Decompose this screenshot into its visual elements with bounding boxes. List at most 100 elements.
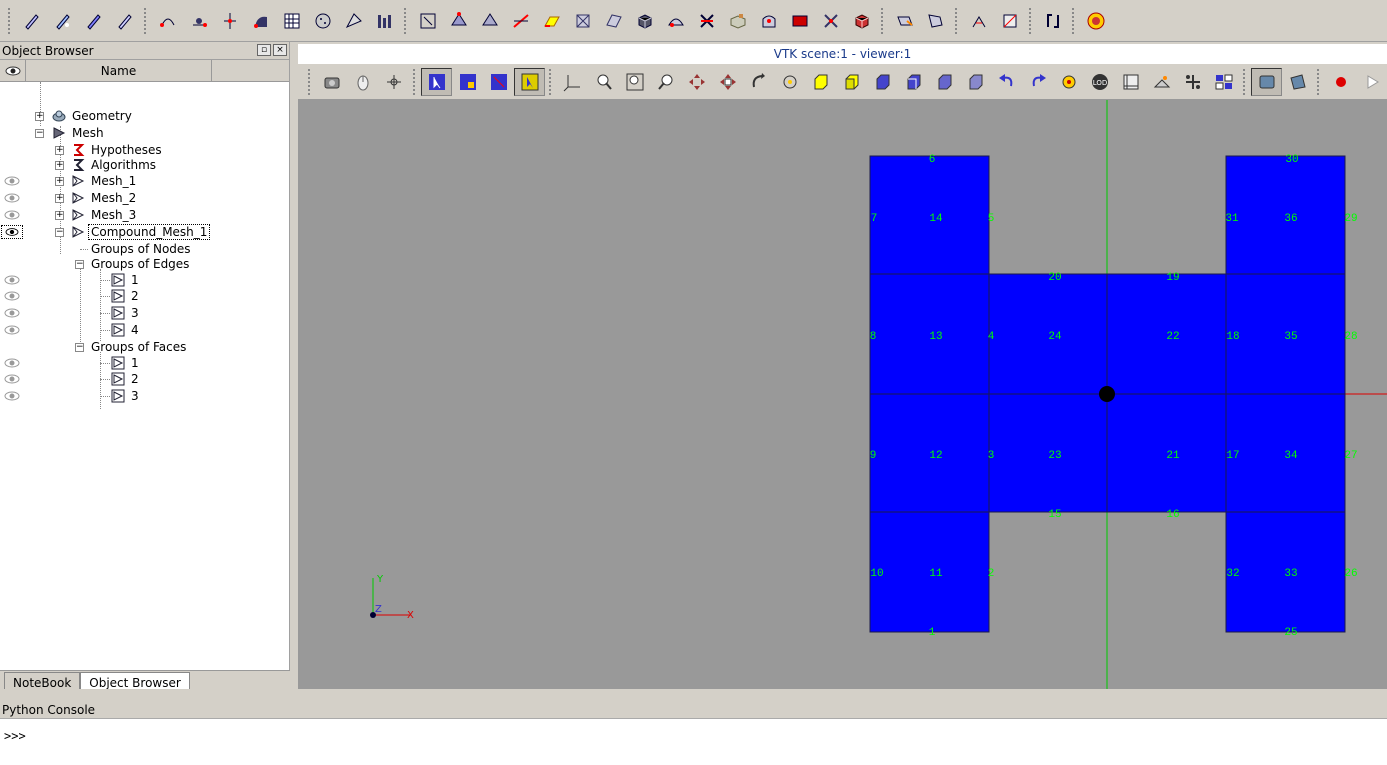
toolbar-grip[interactable] bbox=[404, 7, 408, 34]
visibility-eye-icon[interactable] bbox=[4, 358, 20, 368]
cut-icon[interactable] bbox=[691, 7, 722, 35]
tree-item-edge-group-1[interactable]: 1 bbox=[0, 272, 290, 289]
visibility-eye-icon[interactable] bbox=[4, 275, 20, 285]
undo-icon[interactable] bbox=[991, 68, 1022, 96]
name-column-header[interactable]: Name bbox=[26, 60, 212, 81]
redo-icon[interactable] bbox=[1022, 68, 1053, 96]
camera-icon[interactable] bbox=[316, 68, 347, 96]
tree-item-mesh[interactable]: − Mesh bbox=[0, 125, 290, 142]
expand-icon[interactable]: + bbox=[55, 177, 64, 186]
expand-icon[interactable]: + bbox=[55, 194, 64, 203]
pencil-icon[interactable] bbox=[78, 7, 109, 35]
3d-viewport[interactable]: 6 14 31 36 7 5 30 29 20 19 8 13 4 24 22 18 35 28 9 12 3 23 21 1… bbox=[298, 100, 1387, 689]
pan-icon[interactable] bbox=[681, 68, 712, 96]
zoom-icon[interactable] bbox=[650, 68, 681, 96]
float-icon[interactable]: ▫ bbox=[257, 44, 271, 56]
zoom-icon[interactable] bbox=[619, 68, 650, 96]
cube-view-icon[interactable] bbox=[836, 68, 867, 96]
mesh-view[interactable]: 614 31 367 5302920 198 13 4 24 22 18 35 289 12 3 23 21 1… bbox=[298, 100, 1387, 689]
visibility-eye-icon[interactable] bbox=[4, 325, 20, 335]
measure-icon[interactable] bbox=[963, 7, 994, 35]
toolbar-grip[interactable] bbox=[955, 7, 959, 34]
console-splitter[interactable] bbox=[0, 689, 1387, 701]
expand-icon[interactable]: + bbox=[55, 146, 64, 155]
spin-icon[interactable] bbox=[774, 68, 805, 96]
split-icon[interactable] bbox=[815, 7, 846, 35]
tree-item-compound-mesh-1[interactable]: − Compound_Mesh_1 bbox=[0, 224, 290, 241]
refresh-icon[interactable] bbox=[1080, 7, 1111, 35]
sphere-icon[interactable] bbox=[307, 7, 338, 35]
record-icon[interactable] bbox=[1325, 68, 1356, 96]
visibility-eye-icon[interactable] bbox=[1, 225, 23, 239]
select-icon[interactable] bbox=[452, 68, 483, 96]
visibility-column-header[interactable] bbox=[0, 60, 26, 81]
tree-item-mesh-1[interactable]: + Mesh_1 bbox=[0, 173, 290, 190]
cube-view-icon[interactable] bbox=[867, 68, 898, 96]
tree-item-mesh-2[interactable]: + Mesh_2 bbox=[0, 190, 290, 207]
toolbar-grip[interactable] bbox=[144, 7, 148, 34]
reset-icon[interactable] bbox=[1053, 68, 1084, 96]
collapse-icon[interactable]: − bbox=[75, 260, 84, 269]
view-mode-icon[interactable] bbox=[1208, 68, 1239, 96]
measure-icon[interactable] bbox=[994, 7, 1025, 35]
tree-item-algorithms[interactable]: + Algorithms bbox=[0, 157, 290, 174]
tree-item-groups-of-edges[interactable]: − Groups of Edges bbox=[0, 256, 290, 273]
visibility-eye-icon[interactable] bbox=[4, 210, 20, 220]
collapse-icon[interactable]: − bbox=[55, 228, 64, 237]
node-icon[interactable] bbox=[183, 7, 214, 35]
toolbar-grip[interactable] bbox=[1243, 68, 1247, 95]
python-console[interactable]: >>> bbox=[0, 719, 1387, 765]
visibility-eye-icon[interactable] bbox=[4, 391, 20, 401]
face-icon[interactable] bbox=[536, 7, 567, 35]
rotation-point-icon[interactable] bbox=[378, 68, 409, 96]
graduated-axes-icon[interactable] bbox=[1115, 68, 1146, 96]
bars-icon[interactable] bbox=[369, 7, 400, 35]
cube-view-icon[interactable] bbox=[929, 68, 960, 96]
edge-icon[interactable] bbox=[505, 7, 536, 35]
selection-icon[interactable] bbox=[920, 7, 951, 35]
tree-item-edge-group-2[interactable]: 2 bbox=[0, 288, 290, 305]
close-icon[interactable]: × bbox=[273, 44, 287, 56]
select-icon[interactable] bbox=[421, 67, 452, 96]
pencil-icon[interactable] bbox=[109, 7, 140, 35]
pencil-icon[interactable] bbox=[16, 7, 47, 35]
node-icon[interactable] bbox=[245, 7, 276, 35]
toolbar-grip[interactable] bbox=[1029, 7, 1033, 34]
grid-icon[interactable] bbox=[276, 7, 307, 35]
tree-item-edge-group-4[interactable]: 4 bbox=[0, 322, 290, 339]
extrude-icon[interactable] bbox=[660, 7, 691, 35]
expand-icon[interactable]: + bbox=[35, 112, 44, 121]
scaling-icon[interactable] bbox=[1146, 68, 1177, 96]
mesh-ops-icon[interactable] bbox=[567, 7, 598, 35]
tree-item-mesh-3[interactable]: + Mesh_3 bbox=[0, 207, 290, 224]
toolbar-grip[interactable] bbox=[308, 68, 312, 95]
toolbar-grip[interactable] bbox=[1072, 7, 1076, 34]
visibility-eye-icon[interactable] bbox=[4, 291, 20, 301]
visibility-eye-icon[interactable] bbox=[4, 308, 20, 318]
lod-icon[interactable]: LOD bbox=[1084, 68, 1115, 96]
toolbar-grip[interactable] bbox=[1317, 68, 1321, 95]
toolbar-grip[interactable] bbox=[413, 68, 417, 95]
tetra-icon[interactable] bbox=[474, 7, 505, 35]
clipping-icon[interactable] bbox=[1177, 68, 1208, 96]
cube-view-icon[interactable] bbox=[898, 68, 929, 96]
pencil-icon[interactable] bbox=[47, 7, 78, 35]
visibility-eye-icon[interactable] bbox=[4, 176, 20, 186]
node-icon[interactable] bbox=[152, 7, 183, 35]
visibility-eye-icon[interactable] bbox=[4, 374, 20, 384]
rotate-icon[interactable] bbox=[743, 68, 774, 96]
projection-icon[interactable] bbox=[1251, 67, 1282, 96]
select-icon[interactable] bbox=[483, 68, 514, 96]
square-icon[interactable] bbox=[784, 7, 815, 35]
select-icon[interactable] bbox=[514, 67, 545, 96]
box-icon[interactable] bbox=[722, 7, 753, 35]
tree-item-groups-of-faces[interactable]: − Groups of Faces bbox=[0, 339, 290, 356]
toolbar-grip[interactable] bbox=[881, 7, 885, 34]
select-icon[interactable] bbox=[412, 7, 443, 35]
mesh-ops-icon[interactable] bbox=[598, 7, 629, 35]
cube-red-icon[interactable] bbox=[846, 7, 877, 35]
toolbar-grip[interactable] bbox=[8, 7, 12, 34]
panel-splitter[interactable] bbox=[290, 42, 298, 692]
axes-icon[interactable] bbox=[557, 68, 588, 96]
node-icon[interactable] bbox=[214, 7, 245, 35]
